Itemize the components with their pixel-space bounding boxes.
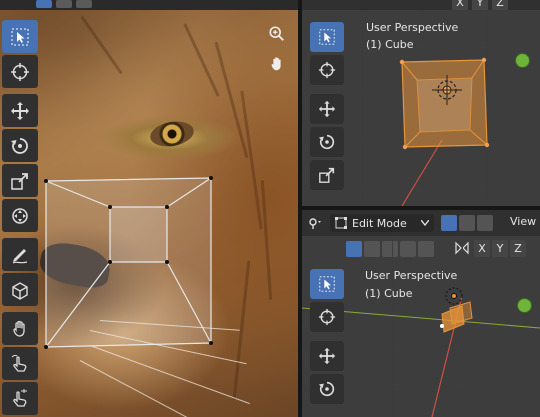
rotate-tool[interactable] [310,127,344,157]
zoom-in-icon[interactable] [265,22,289,46]
vertex-select-mode[interactable] [441,215,457,231]
hand-scroll-tool[interactable] [2,382,38,415]
cursor-tool[interactable] [310,302,344,332]
viewport-3d-top[interactable]: User Perspective (1) Cube [302,10,540,206]
edit-mode-icon [335,217,347,229]
select-box-tool[interactable] [2,20,38,53]
select-mode-tab[interactable] [76,0,92,8]
pan-hand-icon[interactable] [265,52,289,76]
mode-label: Edit Mode [352,216,407,230]
rotate-tool[interactable] [2,129,38,162]
editor-type-icon[interactable] [306,215,324,231]
chevron-down-icon [421,220,429,226]
cursor-tool[interactable] [2,55,38,88]
tweak-tool[interactable] [2,347,38,380]
face-select-mode[interactable] [477,215,493,231]
viewport-header: Edit Mode View [302,210,540,236]
move-tool[interactable] [310,341,344,371]
move-tool[interactable] [310,94,344,124]
viewport-3d-bottom[interactable]: X Y Z User Perspective (1) Cube [302,236,540,417]
image-editor-header [0,0,298,10]
mode-dropdown[interactable]: Edit Mode [330,214,434,232]
uv-cube-wireframe[interactable] [0,0,298,417]
cursor-tool[interactable] [310,55,344,85]
scale-tool[interactable] [310,160,344,190]
viewport-top-header: X Y Z [302,0,540,11]
select-mode-tab[interactable] [56,0,72,8]
scale-tool[interactable] [2,164,38,197]
move-tool[interactable] [2,94,38,127]
rotate-tool[interactable] [310,374,344,404]
select-mode-tab[interactable] [36,0,52,8]
grab-tool[interactable] [2,312,38,345]
transform-tool[interactable] [2,199,38,232]
annotate-tool[interactable] [2,238,38,271]
image-editor-canvas[interactable] [0,0,298,417]
edge-select-mode[interactable] [459,215,475,231]
select-box-tool[interactable] [310,22,344,52]
view-menu[interactable]: View [510,215,536,228]
select-box-tool[interactable] [310,269,344,299]
add-cube-tool[interactable] [2,273,38,306]
